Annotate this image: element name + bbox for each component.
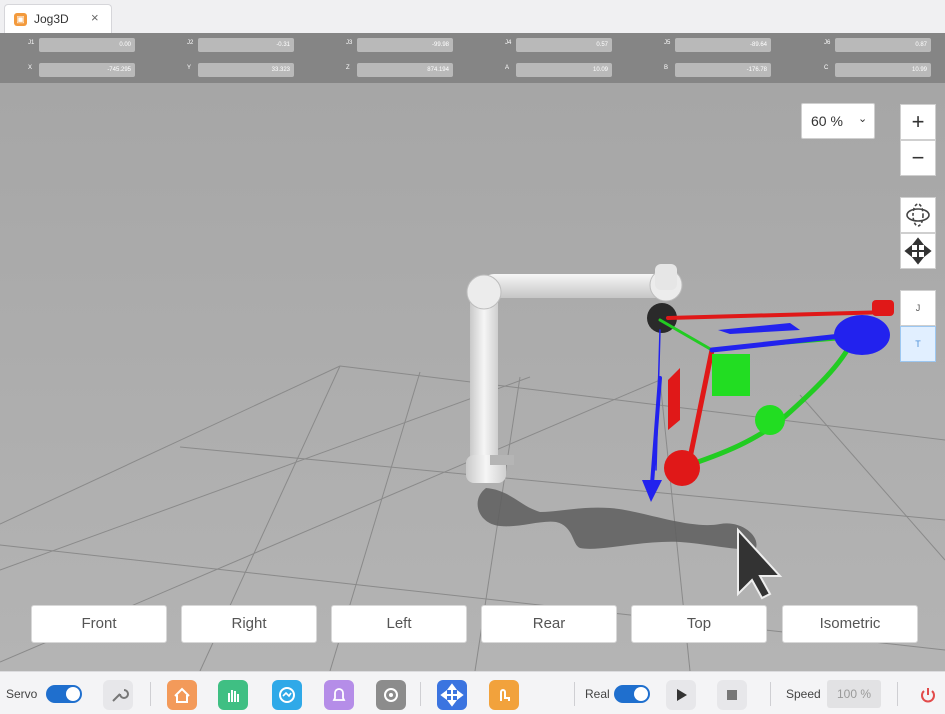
joint-value: -99.98: [357, 38, 453, 52]
drag-teach-button[interactable]: [489, 680, 519, 710]
close-icon[interactable]: ×: [91, 10, 99, 25]
position-readout-bar: J1 0.00 J2 -0.31 J3 -99.98 J4 0.57 J5 -89.64 …: [0, 33, 945, 83]
divider: [420, 682, 421, 706]
divider: [897, 682, 898, 706]
tool-wrench-button[interactable]: [103, 680, 133, 710]
teach-button[interactable]: [218, 680, 248, 710]
robot-3d-viewport[interactable]: [0, 83, 945, 671]
coord-row: X -745.295 Y 33.323 Z 874.194 A 10.09 B -176.…: [0, 60, 945, 82]
monitor-button[interactable]: [272, 680, 302, 710]
orbit-rotate-button[interactable]: [900, 197, 936, 233]
mode-joint-button[interactable]: J: [900, 290, 936, 326]
speed-label: Speed: [786, 687, 821, 701]
move-arrows-icon: [904, 237, 932, 265]
coord-y: Y 33.323: [159, 60, 319, 82]
coord-z: Z 874.194: [318, 60, 478, 82]
wrench-icon: [112, 689, 129, 702]
joint-j3: J3 -99.98: [318, 35, 478, 57]
servo-toggle[interactable]: [46, 685, 82, 703]
joint-value: 0.00: [39, 38, 135, 52]
view-top-button[interactable]: Top: [631, 605, 767, 643]
view-right-button[interactable]: Right: [181, 605, 317, 643]
joint-j5: J5 -89.64: [636, 35, 796, 57]
stop-button[interactable]: [717, 680, 747, 710]
view-isometric-button[interactable]: Isometric: [782, 605, 918, 643]
joint-j2: J2 -0.31: [159, 35, 319, 57]
jog3d-app-icon: ▣: [14, 13, 27, 26]
move-arrows-icon: [440, 683, 464, 707]
speed-input[interactable]: 100 %: [827, 680, 881, 708]
mode-tool-button[interactable]: T: [900, 326, 936, 362]
zoom-value: 60 %: [811, 113, 843, 129]
stop-icon: [727, 690, 737, 700]
joint-j4: J4 0.57: [477, 35, 637, 57]
alarm-button[interactable]: [324, 680, 354, 710]
joint-row: J1 0.00 J2 -0.31 J3 -99.98 J4 0.57 J5 -89.64 …: [0, 35, 945, 57]
coord-c: C 10.99: [796, 60, 945, 82]
coord-value: 874.194: [357, 63, 453, 77]
chevron-down-icon: ⌄: [858, 113, 868, 125]
hand-icon: [228, 690, 239, 702]
divider: [574, 682, 575, 706]
gauge-icon: [279, 687, 295, 703]
joint-value: -89.64: [675, 38, 771, 52]
drag-hand-icon: [500, 689, 510, 701]
coord-a: A 10.09: [477, 60, 637, 82]
play-icon: [677, 689, 687, 701]
real-label: Real: [585, 687, 610, 701]
orbit-icon: [906, 203, 930, 227]
coord-b: B -176.78: [636, 60, 796, 82]
tab-title: Jog3D: [34, 12, 69, 26]
pan-move-button[interactable]: [900, 233, 936, 269]
joint-j6: J6 0.87: [796, 35, 945, 57]
tab-jog3d[interactable]: ▣ Jog3D ×: [4, 4, 112, 33]
coord-value: 10.99: [835, 63, 931, 77]
settings-button[interactable]: [376, 680, 406, 710]
zoom-in-button[interactable]: +: [900, 104, 936, 140]
coord-value: -745.295: [39, 63, 135, 77]
coord-value: 33.323: [198, 63, 294, 77]
view-rear-button[interactable]: Rear: [481, 605, 617, 643]
power-button[interactable]: [913, 680, 943, 710]
home-icon: [174, 687, 190, 703]
coord-value: -176.78: [675, 63, 771, 77]
joint-value: 0.87: [835, 38, 931, 52]
zoom-out-button[interactable]: −: [900, 140, 936, 176]
gear-icon: [384, 688, 398, 702]
real-toggle[interactable]: [614, 685, 650, 703]
view-front-button[interactable]: Front: [31, 605, 167, 643]
jog-move-button[interactable]: [437, 680, 467, 710]
divider: [150, 682, 151, 706]
coord-value: 10.09: [516, 63, 612, 77]
coord-x: X -745.295: [0, 60, 160, 82]
joint-value: -0.31: [198, 38, 294, 52]
zoom-select[interactable]: 60 % ⌄: [801, 103, 875, 139]
home-button[interactable]: [167, 680, 197, 710]
tab-bar: ▣ Jog3D ×: [0, 0, 945, 34]
play-button[interactable]: [666, 680, 696, 710]
divider: [770, 682, 771, 706]
joint-j1: J1 0.00: [0, 35, 160, 57]
power-icon: [921, 688, 935, 703]
joint-value: 0.57: [516, 38, 612, 52]
view-left-button[interactable]: Left: [331, 605, 467, 643]
bell-icon: [332, 688, 346, 701]
servo-label: Servo: [6, 687, 38, 701]
